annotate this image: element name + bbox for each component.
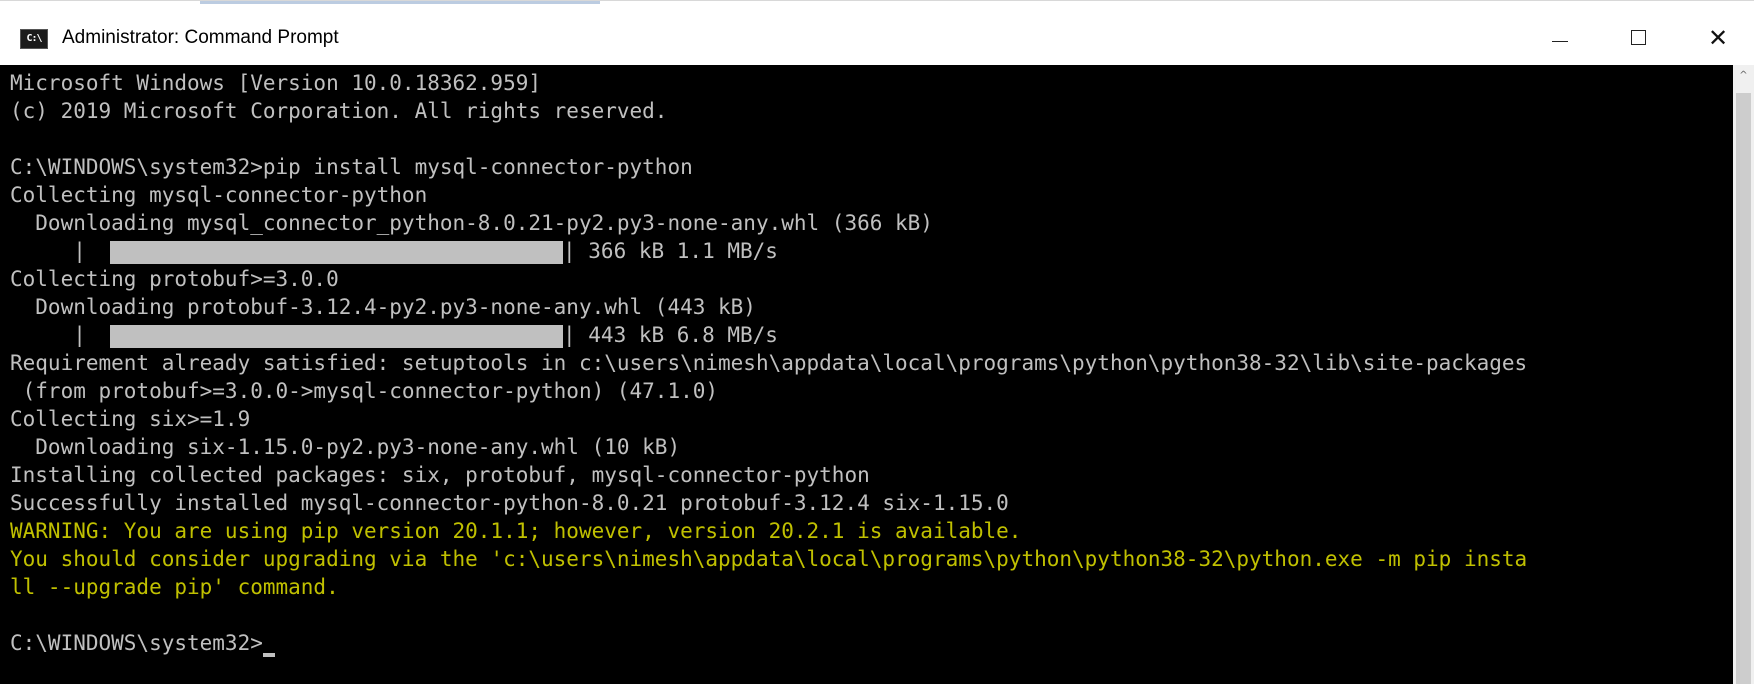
console-lines: Microsoft Windows [Version 10.0.18362.95…: [10, 69, 1527, 657]
title-bar[interactable]: C:\ Administrator: Command Prompt ✕: [0, 9, 1754, 65]
console-output[interactable]: Microsoft Windows [Version 10.0.18362.95…: [0, 65, 1733, 684]
console-line-text: Collecting six>=1.9: [10, 407, 251, 431]
warning-line: WARNING: You are using pip version 20.1.…: [10, 517, 1527, 545]
console-line: Requirement already satisfied: setuptool…: [10, 349, 1527, 377]
progress-bar-stats: | 443 kB 6.8 MB/s: [563, 323, 778, 347]
progress-bar-start: |: [10, 239, 86, 263]
console-line: (c) 2019 Microsoft Corporation. All righ…: [10, 97, 1527, 125]
console-line-text: Downloading protobuf-3.12.4-py2.py3-none…: [10, 295, 756, 319]
progress-bar-stats: | 366 kB 1.1 MB/s: [563, 239, 778, 263]
scroll-thumb[interactable]: [1736, 93, 1751, 684]
console-line-text: Requirement already satisfied: setuptool…: [10, 351, 1528, 375]
console-line-text: WARNING: You are using pip version 20.1.…: [10, 519, 1022, 543]
warning-line: ll --upgrade pip' command.: [10, 573, 1527, 601]
console-line-text: ll --upgrade pip' command.: [10, 575, 339, 599]
console-line: Collecting six>=1.9: [10, 405, 1527, 433]
console-line: Installing collected packages: six, prot…: [10, 461, 1527, 489]
background-window-edge: [200, 1, 600, 4]
text-cursor: [262, 653, 275, 657]
console-line-text: Installing collected packages: six, prot…: [10, 463, 870, 487]
progress-bar-fill: [110, 241, 563, 264]
console-line-text: Downloading mysql_connector_python-8.0.2…: [10, 211, 933, 235]
console-line-text: Collecting mysql-connector-python: [10, 183, 428, 207]
minimize-icon: [1552, 41, 1568, 42]
minimize-button[interactable]: [1524, 17, 1596, 57]
close-icon: ✕: [1708, 24, 1729, 52]
console-line-text: Microsoft Windows [Version 10.0.18362.95…: [10, 71, 542, 95]
progress-line: | | 366 kB 1.1 MB/s: [10, 237, 1527, 265]
console-line-text: Downloading six-1.15.0-py2.py3-none-any.…: [10, 435, 681, 459]
console-line: (from protobuf>=3.0.0->mysql-connector-p…: [10, 377, 1527, 405]
progress-bar-start: |: [10, 323, 86, 347]
scroll-up-arrow-icon[interactable]: ^: [1733, 65, 1754, 85]
console-line-text: (c) 2019 Microsoft Corporation. All righ…: [10, 99, 668, 123]
console-line-text: C:\WINDOWS\system32>pip install mysql-co…: [10, 155, 693, 179]
console-line: Successfully installed mysql-connector-p…: [10, 489, 1527, 517]
console-line: Downloading mysql_connector_python-8.0.2…: [10, 209, 1527, 237]
vertical-scrollbar[interactable]: ^: [1733, 65, 1754, 684]
console-line-text: (from protobuf>=3.0.0->mysql-connector-p…: [10, 379, 719, 403]
console-line-text: You should consider upgrading via the 'c…: [10, 547, 1528, 571]
console-line-text: Successfully installed mysql-connector-p…: [10, 491, 1009, 515]
console-line-text: C:\WINDOWS\system32>: [10, 631, 263, 655]
progress-line: | | 443 kB 6.8 MB/s: [10, 321, 1527, 349]
console-line-text: Collecting protobuf>=3.0.0: [10, 267, 339, 291]
close-button[interactable]: ✕: [1682, 17, 1754, 57]
maximize-button[interactable]: [1603, 17, 1675, 57]
console-line: Microsoft Windows [Version 10.0.18362.95…: [10, 69, 1527, 97]
maximize-icon: [1631, 30, 1646, 45]
window-title: Administrator: Command Prompt: [62, 27, 339, 48]
warning-line: You should consider upgrading via the 'c…: [10, 545, 1527, 573]
cmd-icon: C:\: [20, 29, 48, 49]
console-line: C:\WINDOWS\system32>pip install mysql-co…: [10, 153, 1527, 181]
console-line: Collecting protobuf>=3.0.0: [10, 265, 1527, 293]
console-line: Downloading six-1.15.0-py2.py3-none-any.…: [10, 433, 1527, 461]
command-prompt-window: C:\ Administrator: Command Prompt ✕ Micr…: [0, 0, 1754, 684]
console-line: C:\WINDOWS\system32>: [10, 629, 1527, 657]
progress-bar-fill: [110, 325, 563, 348]
console-line: Collecting mysql-connector-python: [10, 181, 1527, 209]
console-line: Downloading protobuf-3.12.4-py2.py3-none…: [10, 293, 1527, 321]
